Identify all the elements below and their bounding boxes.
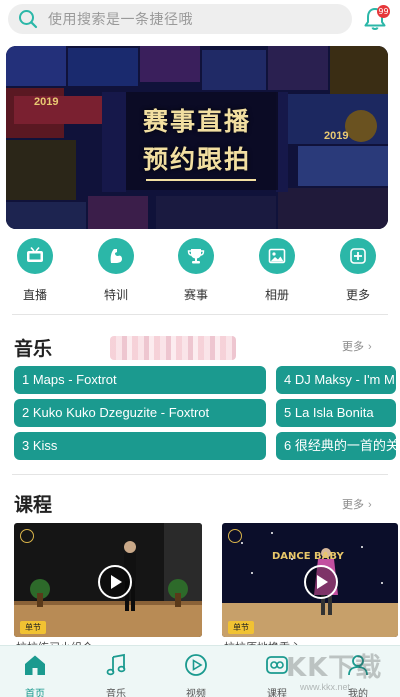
tab-label: 首页	[25, 689, 45, 697]
music-more-link[interactable]: 更多 ›	[342, 338, 372, 354]
tab-home[interactable]: 首页	[5, 652, 65, 697]
quick-link-label: 更多	[345, 288, 370, 302]
promo-banner[interactable]: 2019 2019 赛事直播 预约跟拍	[6, 46, 388, 229]
top-bar: 使用搜索是一条捷径哦 99	[0, 0, 400, 38]
music-note-icon	[106, 653, 126, 676]
pixelated-overlay	[110, 336, 236, 360]
chevron-right-icon: ›	[368, 341, 372, 353]
track-item[interactable]: 5 La Isla Bonita	[276, 399, 396, 427]
chevron-right-icon: ›	[368, 499, 372, 511]
tab-label: 音乐	[106, 689, 126, 697]
music-section-title: 音乐	[14, 338, 53, 360]
quick-links: 直播 特训 赛事 相册 更多	[0, 238, 400, 302]
course-card[interactable]: 单节	[14, 523, 202, 637]
track-item[interactable]: 2 Kuko Kuko Dzeguzite - Foxtrot	[14, 399, 266, 427]
more-label: 更多	[342, 341, 364, 353]
banner-underline	[146, 179, 256, 181]
quick-link-training[interactable]: 特训	[86, 238, 146, 303]
banner-title-line1: 赛事直播	[142, 107, 251, 136]
quick-link-label: 特训	[103, 288, 128, 302]
brand-logo	[20, 529, 34, 543]
play-button[interactable]	[304, 565, 338, 599]
tab-label: 课程	[267, 689, 287, 697]
play-circle-icon	[185, 654, 207, 676]
home-icon	[25, 655, 45, 675]
muscle-arm-icon	[98, 238, 134, 274]
quick-link-label: 赛事	[183, 288, 208, 302]
tab-video[interactable]: 视频	[166, 652, 226, 697]
more-label: 更多	[342, 499, 364, 511]
course-section-title: 课程	[14, 494, 53, 516]
quick-link-live[interactable]: 直播	[5, 238, 65, 303]
track-item[interactable]: 1 Maps - Foxtrot	[14, 366, 266, 394]
track-item[interactable]: 4 DJ Maksy - I'm M	[276, 366, 396, 394]
track-item[interactable]: 6 很经典的一首的关	[276, 432, 396, 460]
course-more-link[interactable]: 更多 ›	[342, 496, 372, 512]
watermark-url: www.kkx.net	[300, 682, 351, 692]
tab-music[interactable]: 音乐	[86, 652, 146, 697]
brand-text: DANCE BABY	[272, 551, 344, 562]
search-icon	[19, 10, 38, 29]
notification-badge: 99	[377, 5, 390, 18]
play-button[interactable]	[98, 565, 132, 599]
tab-label: 视频	[186, 689, 206, 697]
banner-title-line2: 预约跟拍	[142, 145, 251, 174]
quick-link-label: 直播	[22, 288, 47, 302]
quick-link-label: 相册	[264, 288, 289, 302]
trophy-icon	[178, 238, 214, 274]
watermark: KK下载	[286, 653, 383, 683]
plus-icon	[340, 238, 376, 274]
lesson-tag: 单节	[228, 621, 254, 634]
notification-button[interactable]: 99	[362, 5, 390, 32]
brand-logo	[228, 529, 242, 543]
play-icon	[111, 575, 122, 589]
quick-link-competition[interactable]: 赛事	[166, 238, 226, 303]
tv-icon	[17, 238, 53, 274]
quick-link-more[interactable]: 更多	[328, 238, 388, 303]
search-placeholder: 使用搜索是一条捷径哦	[48, 11, 193, 27]
section-divider	[12, 314, 388, 315]
search-bar[interactable]: 使用搜索是一条捷径哦	[8, 4, 352, 34]
lesson-tag: 单节	[20, 621, 46, 634]
course-card[interactable]: DANCE BABY 单节	[222, 523, 398, 637]
quick-link-album[interactable]: 相册	[247, 238, 307, 303]
section-divider	[12, 474, 388, 475]
play-icon	[317, 575, 328, 589]
track-item[interactable]: 3 Kiss	[14, 432, 266, 460]
photo-album-icon	[259, 238, 295, 274]
